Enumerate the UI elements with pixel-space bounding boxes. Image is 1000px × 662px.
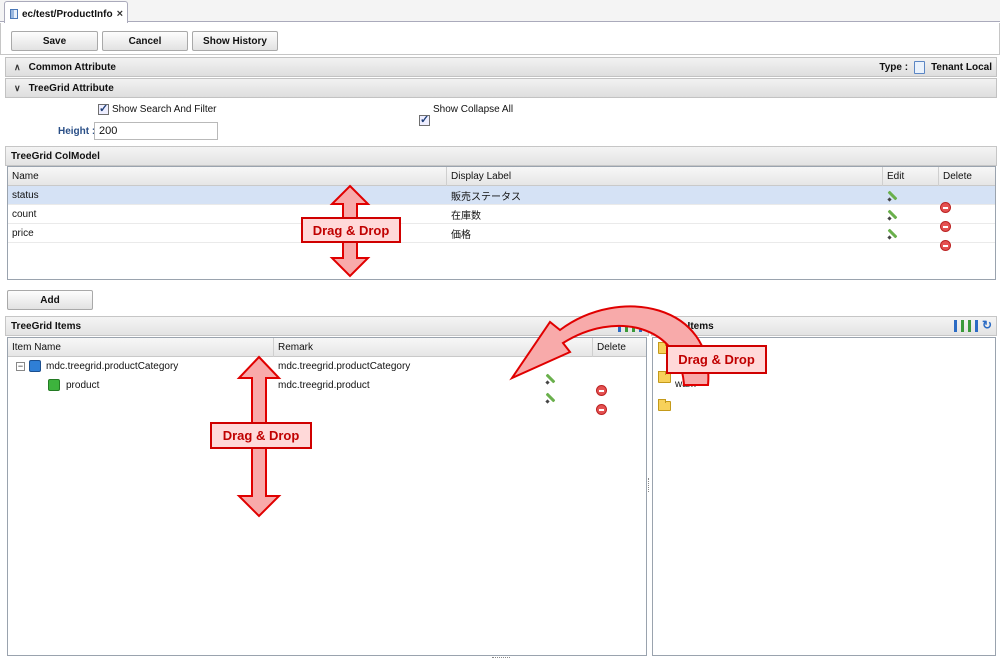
drag-drop-annotation-1: Drag & Drop — [301, 217, 401, 243]
drag-drop-annotation-3: Drag & Drop — [666, 345, 767, 374]
drag-drop-annotation-2: Drag & Drop — [210, 422, 312, 449]
annotation-arrows — [236, 184, 710, 518]
